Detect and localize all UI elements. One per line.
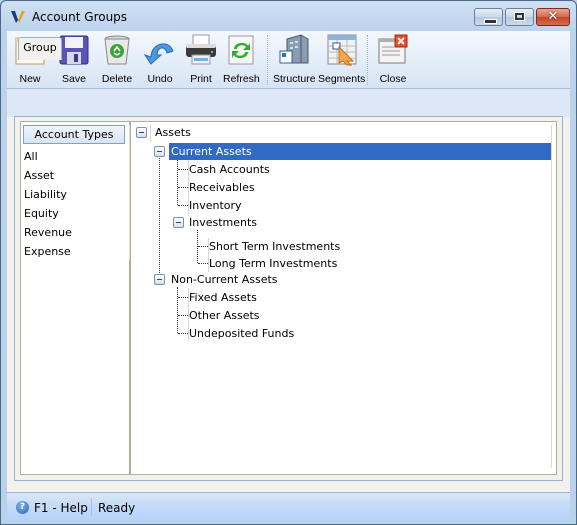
tree-node-undeposited-funds[interactable]: Undeposited Funds <box>189 325 294 342</box>
tree-connector <box>198 246 208 247</box>
help-icon[interactable]: ? <box>16 501 29 514</box>
structure-button[interactable]: Structure <box>273 33 316 87</box>
close-window-icon <box>378 34 408 64</box>
list-item-asset[interactable]: Asset <box>23 166 72 185</box>
node-separator <box>150 125 151 141</box>
window-title: Account Groups <box>32 10 128 24</box>
status-text: Ready <box>98 501 136 515</box>
recycle-bin-icon <box>104 35 130 65</box>
tree-node-investments[interactable]: Investments <box>189 214 257 231</box>
tree-connector <box>177 158 178 205</box>
toolbar-separator <box>367 35 368 85</box>
refresh-label: Refresh <box>223 73 260 85</box>
client-area: New Save Delete Undo Print Refresh Struc… <box>7 31 570 518</box>
toolbar-separator <box>267 35 268 85</box>
undo-button[interactable]: Undo <box>143 33 177 87</box>
collapse-icon[interactable] <box>136 127 147 138</box>
tab-group[interactable]: Group <box>18 37 62 60</box>
structure-label: Structure <box>273 73 316 85</box>
close-label: Close <box>379 73 407 85</box>
collapse-icon[interactable] <box>154 274 165 285</box>
tree-connector <box>159 148 160 279</box>
print-button[interactable]: Print <box>184 33 218 87</box>
list-item-expense[interactable]: Expense <box>23 242 72 261</box>
segments-button[interactable]: Segments <box>318 33 365 87</box>
floppy-disk-icon <box>59 35 89 65</box>
account-types-header[interactable]: Account Types <box>23 125 125 144</box>
list-item-liability[interactable]: Liability <box>23 185 72 204</box>
collapse-icon[interactable] <box>154 146 165 157</box>
refresh-icon <box>228 35 254 65</box>
tree-node-non-current-assets[interactable]: Non-Current Assets <box>171 271 278 288</box>
tree-node-other-assets[interactable]: Other Assets <box>189 307 260 324</box>
tree-node-inventory[interactable]: Inventory <box>189 197 242 214</box>
account-groups-tree[interactable]: Assets Current Assets Cash Accounts Rece… <box>130 121 557 475</box>
close-icon: ✕ <box>547 9 559 24</box>
tab-strip <box>7 89 570 117</box>
account-groups-window: Account Groups ✕ New Save Delete Undo Pr… <box>0 0 577 525</box>
tree-connector <box>177 287 178 333</box>
undo-arrow-icon <box>143 43 174 65</box>
v-logo-icon <box>11 11 25 23</box>
minimize-icon <box>484 19 497 24</box>
tree-connector <box>178 169 188 170</box>
undo-label: Undo <box>147 73 173 85</box>
tree-node-receivables[interactable]: Receivables <box>189 179 255 196</box>
print-label: Print <box>190 73 212 85</box>
close-button[interactable]: Close <box>376 33 410 87</box>
status-separator <box>91 498 92 516</box>
tree-connector <box>178 315 188 316</box>
toolbar: New Save Delete Undo Print Refresh Struc… <box>7 31 570 89</box>
segments-grid-icon <box>327 34 357 66</box>
maximize-button[interactable] <box>505 8 534 26</box>
refresh-button[interactable]: Refresh <box>223 33 260 87</box>
printer-icon <box>186 34 216 65</box>
tree-connector <box>178 187 188 188</box>
tree-connector <box>178 205 188 206</box>
tree-node-current-assets[interactable]: Current Assets <box>169 143 551 160</box>
title-bar[interactable]: Account Groups ✕ <box>1 1 576 31</box>
delete-label: Delete <box>101 73 133 85</box>
list-item-equity[interactable]: Equity <box>23 204 72 223</box>
delete-button[interactable]: Delete <box>100 33 134 87</box>
tree-node-assets[interactable]: Assets <box>153 124 193 141</box>
new-label: New <box>19 73 41 85</box>
account-types-list[interactable]: Account Types All Asset Liability Equity… <box>20 121 130 475</box>
help-shortcut-text[interactable]: F1 - Help <box>34 501 88 515</box>
maximize-icon <box>514 12 525 21</box>
building-icon <box>279 34 309 64</box>
list-item-all[interactable]: All <box>23 147 72 166</box>
tree-connector <box>198 263 208 264</box>
tree-node-fixed-assets[interactable]: Fixed Assets <box>189 289 257 306</box>
tree-connector <box>178 297 188 298</box>
save-button[interactable]: Save <box>57 33 91 87</box>
tree-node-long-term-investments[interactable]: Long Term Investments <box>209 255 337 272</box>
list-item-revenue[interactable]: Revenue <box>23 223 72 242</box>
tree-connector <box>178 333 188 334</box>
collapse-icon[interactable] <box>173 217 184 228</box>
tree-node-cash-accounts[interactable]: Cash Accounts <box>189 161 270 178</box>
status-bar: ? F1 - Help Ready <box>7 492 570 520</box>
tree-divider <box>551 125 552 468</box>
close-window-button[interactable]: ✕ <box>536 8 570 26</box>
segments-label: Segments <box>318 73 366 85</box>
tree-node-short-term-investments[interactable]: Short Term Investments <box>209 238 340 255</box>
minimize-button[interactable] <box>474 8 503 26</box>
save-label: Save <box>62 73 86 85</box>
